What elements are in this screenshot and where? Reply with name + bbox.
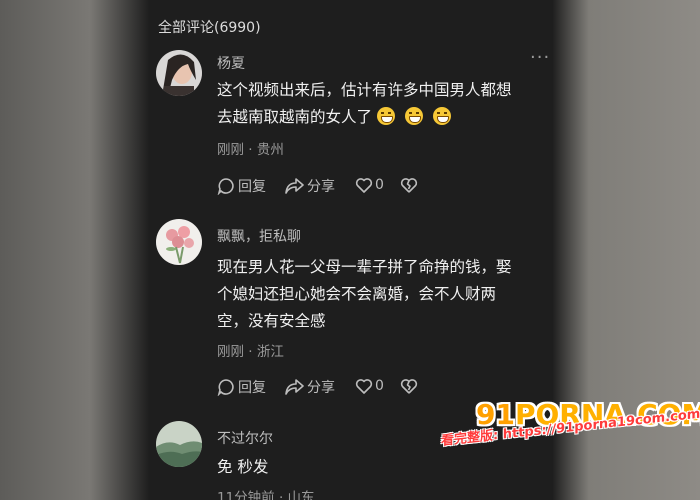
grin-emoji-icon (377, 107, 396, 125)
comment-text: 这个视频出来后，估计有许多中国男人都想 去越南取越南的女人了 (217, 81, 512, 126)
like-button[interactable]: 0 (355, 176, 384, 194)
comment-actions: 回复 分享 0 (217, 176, 437, 196)
reply-button[interactable]: 回复 (217, 377, 266, 397)
heart-icon (355, 379, 373, 394)
reply-icon (217, 379, 234, 396)
more-icon[interactable]: ··· (530, 47, 550, 68)
like-button[interactable]: 0 (355, 377, 384, 395)
share-button[interactable]: 分享 (284, 377, 335, 397)
comment-meta: 11分钟前 · 山东 (217, 490, 315, 500)
avatar[interactable] (156, 421, 202, 467)
avatar[interactable] (156, 50, 202, 96)
heart-icon (355, 178, 373, 193)
reply-button[interactable]: 回复 (217, 176, 266, 196)
share-icon (285, 379, 304, 395)
username[interactable]: 杨夏 (217, 53, 245, 73)
dislike-button[interactable] (400, 176, 418, 194)
comments-header: 全部评论(6990) (158, 20, 261, 36)
dislike-button[interactable] (400, 377, 418, 395)
avatar[interactable] (156, 219, 202, 265)
username[interactable]: 飘飘，拒私聊 (217, 226, 301, 246)
comment-text: 现在男人花一父母一辈子拼了命挣的钱，娶 个媳妇还担心她会不会离婚，会不人财两 空… (217, 258, 512, 330)
comment-text: 免 秒发 (217, 458, 269, 476)
comment-meta: 刚刚 · 浙江 (217, 344, 284, 360)
share-button[interactable]: 分享 (284, 176, 335, 196)
share-icon (285, 178, 304, 194)
username[interactable]: 不过尔尔 (217, 428, 273, 448)
background-left (0, 0, 150, 500)
comment-meta: 刚刚 · 贵州 (217, 142, 284, 158)
comment-actions: 回复 分享 0 (217, 377, 437, 397)
reply-icon (217, 178, 234, 195)
broken-heart-icon (400, 178, 418, 193)
broken-heart-icon (400, 379, 418, 394)
grin-emoji-icon (433, 107, 452, 125)
grin-emoji-icon (405, 107, 424, 125)
